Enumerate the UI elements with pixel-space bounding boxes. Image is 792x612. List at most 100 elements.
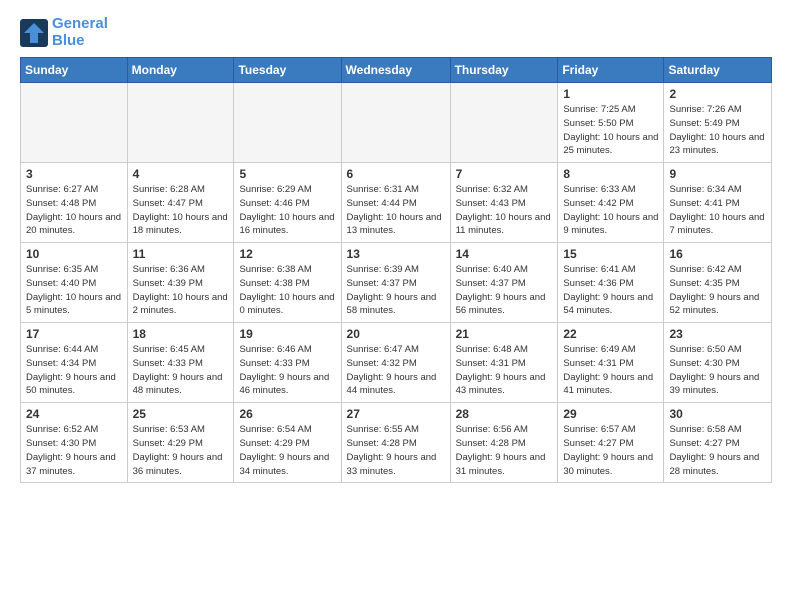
calendar-cell: 29 Sunrise: 6:57 AM Sunset: 4:27 PM Dayli… (558, 403, 664, 483)
calendar-week-4: 24 Sunrise: 6:52 AM Sunset: 4:30 PM Dayli… (21, 403, 772, 483)
calendar-cell: 10 Sunrise: 6:35 AM Sunset: 4:40 PM Dayli… (21, 243, 128, 323)
day-number: 24 (26, 407, 122, 421)
day-info: Sunrise: 6:47 AM Sunset: 4:32 PM Dayligh… (347, 343, 445, 398)
day-info: Sunrise: 6:40 AM Sunset: 4:37 PM Dayligh… (456, 263, 553, 318)
calendar-cell (127, 83, 234, 163)
day-number: 30 (669, 407, 766, 421)
calendar-header-wednesday: Wednesday (341, 58, 450, 83)
day-info: Sunrise: 6:52 AM Sunset: 4:30 PM Dayligh… (26, 423, 122, 478)
calendar-cell: 26 Sunrise: 6:54 AM Sunset: 4:29 PM Dayli… (234, 403, 341, 483)
day-info: Sunrise: 6:50 AM Sunset: 4:30 PM Dayligh… (669, 343, 766, 398)
calendar-cell (450, 83, 558, 163)
day-info: Sunrise: 6:56 AM Sunset: 4:28 PM Dayligh… (456, 423, 553, 478)
day-number: 15 (563, 247, 658, 261)
calendar-cell: 20 Sunrise: 6:47 AM Sunset: 4:32 PM Dayli… (341, 323, 450, 403)
day-number: 26 (239, 407, 335, 421)
day-info: Sunrise: 6:44 AM Sunset: 4:34 PM Dayligh… (26, 343, 122, 398)
calendar-cell: 13 Sunrise: 6:39 AM Sunset: 4:37 PM Dayli… (341, 243, 450, 323)
day-info: Sunrise: 6:48 AM Sunset: 4:31 PM Dayligh… (456, 343, 553, 398)
day-number: 5 (239, 167, 335, 181)
calendar-cell: 19 Sunrise: 6:46 AM Sunset: 4:33 PM Dayli… (234, 323, 341, 403)
calendar-cell: 7 Sunrise: 6:32 AM Sunset: 4:43 PM Daylig… (450, 163, 558, 243)
day-number: 13 (347, 247, 445, 261)
day-info: Sunrise: 6:29 AM Sunset: 4:46 PM Dayligh… (239, 183, 335, 238)
day-info: Sunrise: 6:32 AM Sunset: 4:43 PM Dayligh… (456, 183, 553, 238)
calendar-header-tuesday: Tuesday (234, 58, 341, 83)
calendar-cell (341, 83, 450, 163)
page: General Blue SundayMondayTuesdayWednesda… (0, 0, 792, 493)
header: General Blue (20, 16, 772, 49)
day-info: Sunrise: 6:35 AM Sunset: 4:40 PM Dayligh… (26, 263, 122, 318)
day-number: 28 (456, 407, 553, 421)
logo-icon (20, 19, 48, 47)
day-number: 3 (26, 167, 122, 181)
day-info: Sunrise: 6:41 AM Sunset: 4:36 PM Dayligh… (563, 263, 658, 318)
calendar-cell: 4Sunrise: 6:28 AM Sunset: 4:47 PM Daylig… (127, 163, 234, 243)
day-info: Sunrise: 6:27 AM Sunset: 4:48 PM Dayligh… (26, 183, 122, 238)
calendar-header-friday: Friday (558, 58, 664, 83)
calendar-cell: 25 Sunrise: 6:53 AM Sunset: 4:29 PM Dayli… (127, 403, 234, 483)
calendar-table: SundayMondayTuesdayWednesdayThursdayFrid… (20, 57, 772, 483)
day-number: 8 (563, 167, 658, 181)
day-info: Sunrise: 6:34 AM Sunset: 4:41 PM Dayligh… (669, 183, 766, 238)
day-number: 16 (669, 247, 766, 261)
day-number: 20 (347, 327, 445, 341)
calendar-header-sunday: Sunday (21, 58, 128, 83)
day-info: Sunrise: 6:53 AM Sunset: 4:29 PM Dayligh… (133, 423, 229, 478)
calendar-cell: 12 Sunrise: 6:38 AM Sunset: 4:38 PM Dayli… (234, 243, 341, 323)
day-info: Sunrise: 6:31 AM Sunset: 4:44 PM Dayligh… (347, 183, 445, 238)
day-info: Sunrise: 6:36 AM Sunset: 4:39 PM Dayligh… (133, 263, 229, 318)
day-number: 12 (239, 247, 335, 261)
calendar-week-0: 1 Sunrise: 7:25 AM Sunset: 5:50 PM Daylig… (21, 83, 772, 163)
day-number: 29 (563, 407, 658, 421)
calendar-header-row: SundayMondayTuesdayWednesdayThursdayFrid… (21, 58, 772, 83)
day-number: 9 (669, 167, 766, 181)
calendar-cell: 21 Sunrise: 6:48 AM Sunset: 4:31 PM Dayli… (450, 323, 558, 403)
calendar-cell: 27Sunrise: 6:55 AM Sunset: 4:28 PM Dayli… (341, 403, 450, 483)
day-number: 21 (456, 327, 553, 341)
calendar-cell: 24 Sunrise: 6:52 AM Sunset: 4:30 PM Dayli… (21, 403, 128, 483)
day-info: Sunrise: 7:25 AM Sunset: 5:50 PM Dayligh… (563, 103, 658, 158)
calendar-cell: 1 Sunrise: 7:25 AM Sunset: 5:50 PM Daylig… (558, 83, 664, 163)
calendar-cell: 15 Sunrise: 6:41 AM Sunset: 4:36 PM Dayli… (558, 243, 664, 323)
calendar-cell: 8 Sunrise: 6:33 AM Sunset: 4:42 PM Daylig… (558, 163, 664, 243)
day-info: Sunrise: 6:33 AM Sunset: 4:42 PM Dayligh… (563, 183, 658, 238)
day-number: 14 (456, 247, 553, 261)
day-info: Sunrise: 6:57 AM Sunset: 4:27 PM Dayligh… (563, 423, 658, 478)
day-info: Sunrise: 6:28 AM Sunset: 4:47 PM Dayligh… (133, 183, 229, 238)
day-number: 10 (26, 247, 122, 261)
day-info: Sunrise: 6:45 AM Sunset: 4:33 PM Dayligh… (133, 343, 229, 398)
calendar-header-monday: Monday (127, 58, 234, 83)
day-number: 19 (239, 327, 335, 341)
day-number: 25 (133, 407, 229, 421)
calendar-cell: 18Sunrise: 6:45 AM Sunset: 4:33 PM Dayli… (127, 323, 234, 403)
calendar-week-1: 3 Sunrise: 6:27 AM Sunset: 4:48 PM Daylig… (21, 163, 772, 243)
day-info: Sunrise: 6:58 AM Sunset: 4:27 PM Dayligh… (669, 423, 766, 478)
calendar-cell: 14 Sunrise: 6:40 AM Sunset: 4:37 PM Dayli… (450, 243, 558, 323)
logo: General Blue (20, 16, 108, 49)
calendar-cell: 17 Sunrise: 6:44 AM Sunset: 4:34 PM Dayli… (21, 323, 128, 403)
day-number: 1 (563, 87, 658, 101)
day-info: Sunrise: 6:46 AM Sunset: 4:33 PM Dayligh… (239, 343, 335, 398)
calendar-header-saturday: Saturday (664, 58, 772, 83)
calendar-cell: 2Sunrise: 7:26 AM Sunset: 5:49 PM Daylig… (664, 83, 772, 163)
day-number: 17 (26, 327, 122, 341)
day-info: Sunrise: 6:54 AM Sunset: 4:29 PM Dayligh… (239, 423, 335, 478)
day-info: Sunrise: 6:55 AM Sunset: 4:28 PM Dayligh… (347, 423, 445, 478)
calendar-cell: 16Sunrise: 6:42 AM Sunset: 4:35 PM Dayli… (664, 243, 772, 323)
day-info: Sunrise: 6:49 AM Sunset: 4:31 PM Dayligh… (563, 343, 658, 398)
calendar-cell: 22 Sunrise: 6:49 AM Sunset: 4:31 PM Dayli… (558, 323, 664, 403)
calendar-cell: 23Sunrise: 6:50 AM Sunset: 4:30 PM Dayli… (664, 323, 772, 403)
calendar-header-thursday: Thursday (450, 58, 558, 83)
day-number: 11 (133, 247, 229, 261)
calendar-cell: 28 Sunrise: 6:56 AM Sunset: 4:28 PM Dayli… (450, 403, 558, 483)
day-info: Sunrise: 6:39 AM Sunset: 4:37 PM Dayligh… (347, 263, 445, 318)
day-number: 7 (456, 167, 553, 181)
calendar-cell: 5 Sunrise: 6:29 AM Sunset: 4:46 PM Daylig… (234, 163, 341, 243)
logo-text: General Blue (52, 16, 108, 49)
day-number: 22 (563, 327, 658, 341)
day-number: 6 (347, 167, 445, 181)
day-info: Sunrise: 6:38 AM Sunset: 4:38 PM Dayligh… (239, 263, 335, 318)
calendar-cell: 6 Sunrise: 6:31 AM Sunset: 4:44 PM Daylig… (341, 163, 450, 243)
day-info: Sunrise: 7:26 AM Sunset: 5:49 PM Dayligh… (669, 103, 766, 158)
